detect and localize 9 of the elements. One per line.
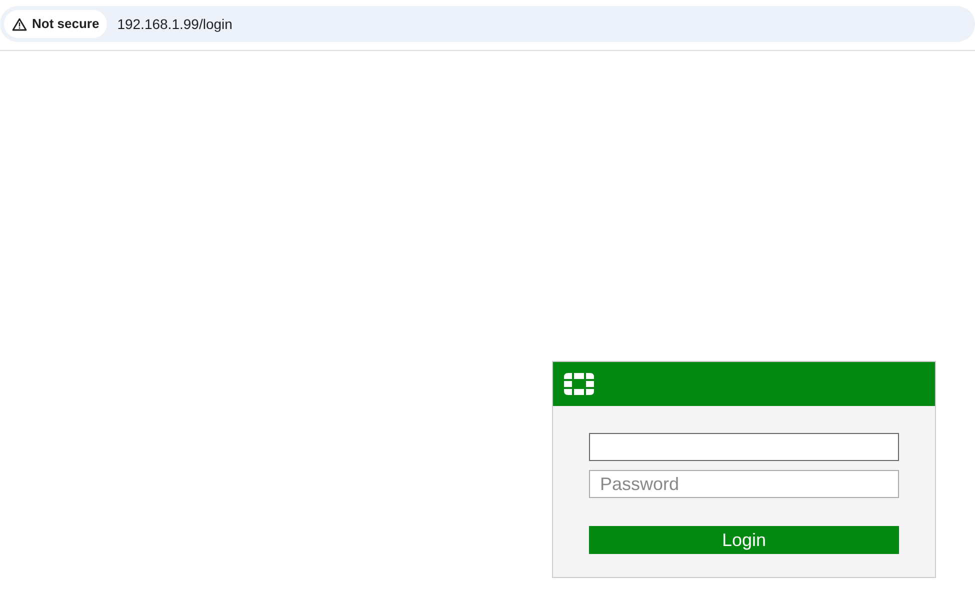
warning-icon	[12, 18, 27, 30]
url-text: 192.168.1.99/login	[117, 14, 232, 34]
login-button[interactable]: Login	[589, 526, 899, 554]
input-field[interactable]: Password	[589, 470, 899, 498]
logo-icon	[564, 373, 594, 395]
security-chip[interactable]: Not secure	[4, 10, 108, 38]
address-bar[interactable]: Not secure 192.168.1.99/login	[0, 6, 975, 42]
input-field[interactable]	[589, 433, 899, 461]
security-label: Not secure	[32, 15, 100, 34]
